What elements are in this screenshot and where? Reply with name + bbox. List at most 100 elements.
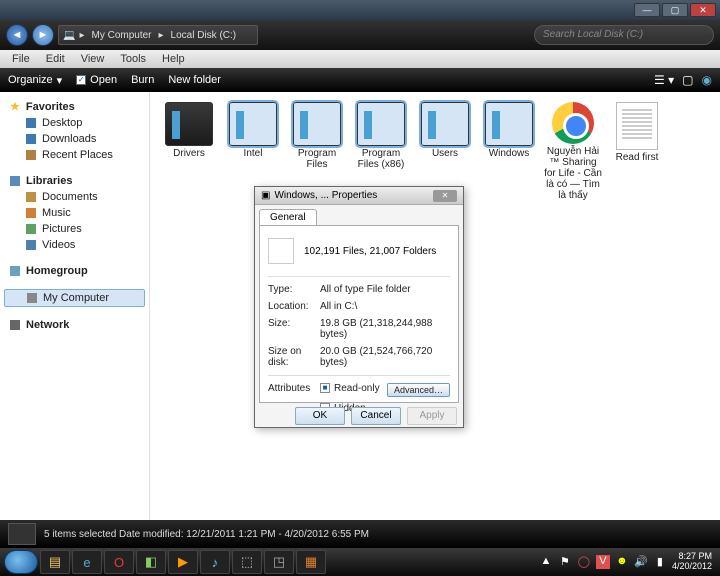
homegroup-icon: [10, 266, 20, 276]
menu-edit[interactable]: Edit: [38, 53, 73, 65]
menu-bar: File Edit View Tools Help: [0, 50, 720, 68]
task-app4[interactable]: ▦: [296, 550, 326, 574]
task-app2[interactable]: ⬚: [232, 550, 262, 574]
computer-icon: 💻: [63, 30, 75, 41]
open-button[interactable]: ✓Open: [76, 74, 117, 86]
dialog-close-button[interactable]: ✕: [433, 190, 457, 202]
folder-icon: ▣: [261, 190, 270, 201]
computer-icon: [27, 293, 37, 303]
item-label: Windows: [480, 148, 538, 159]
menu-tools[interactable]: Tools: [112, 53, 154, 65]
documents-icon: [26, 192, 36, 202]
address-bar: ◄ ► 💻 ▸ My Computer ▸ Local Disk (C:) Se…: [0, 20, 720, 50]
details-pane: 5 items selected Date modified: 12/21/20…: [0, 520, 720, 548]
tray-up-icon[interactable]: ▲: [539, 555, 553, 569]
item-label: Nguyễn Hải ™ Sharing for Life - Cần là c…: [544, 146, 602, 201]
help-icon[interactable]: ◉: [702, 73, 712, 87]
minimize-button[interactable]: —: [634, 3, 660, 17]
forward-button[interactable]: ►: [32, 24, 54, 46]
network-header[interactable]: Network: [0, 317, 149, 333]
task-music[interactable]: ♪: [200, 550, 230, 574]
apply-button[interactable]: Apply: [407, 407, 457, 425]
task-app1[interactable]: ◧: [136, 550, 166, 574]
back-button[interactable]: ◄: [6, 24, 28, 46]
ok-button[interactable]: OK: [295, 407, 345, 425]
task-app3[interactable]: ◳: [264, 550, 294, 574]
close-button[interactable]: ✕: [690, 3, 716, 17]
folder-icon: [293, 102, 341, 146]
tray-wifi-icon[interactable]: ▮: [653, 555, 667, 569]
dialog-panel: 102,191 Files, 21,007 Folders Type:All o…: [259, 225, 459, 403]
menu-file[interactable]: File: [4, 53, 38, 65]
sidebar-item-videos[interactable]: Videos: [0, 237, 149, 253]
start-button[interactable]: [4, 550, 38, 574]
task-explorer[interactable]: ▤: [40, 550, 70, 574]
tray-net-icon[interactable]: V: [596, 555, 610, 569]
readonly-checkbox[interactable]: ■: [320, 383, 330, 393]
item-nguy-n-h-i-sharing-f[interactable]: Nguyễn Hải ™ Sharing for Life - Cần là c…: [544, 102, 602, 201]
selection-thumb: [8, 523, 36, 545]
tab-general[interactable]: General: [259, 209, 317, 225]
sidebar-item-recent[interactable]: Recent Places: [0, 147, 149, 163]
libraries-header[interactable]: Libraries: [0, 173, 149, 189]
tray-vol-icon[interactable]: 🔊: [634, 555, 648, 569]
sidebar-item-pictures[interactable]: Pictures: [0, 221, 149, 237]
advanced-button[interactable]: Advanced…: [387, 383, 450, 397]
size-on-disk-label: Size on disk:: [268, 346, 320, 368]
sidebar-item-desktop[interactable]: Desktop: [0, 115, 149, 131]
organize-button[interactable]: Organize ▾: [8, 74, 62, 87]
item-windows[interactable]: Windows: [480, 102, 538, 201]
readonly-label: Read-only: [334, 383, 380, 394]
preview-pane-button[interactable]: ▢: [682, 73, 693, 87]
dialog-titlebar[interactable]: ▣ Windows, ... Properties ✕: [255, 187, 463, 205]
clock[interactable]: 8:27 PM4/20/2012: [672, 552, 716, 572]
breadcrumb[interactable]: 💻 ▸ My Computer ▸ Local Disk (C:): [58, 25, 258, 45]
tray-yahoo-icon[interactable]: ☻: [615, 555, 629, 569]
folder-icon: [485, 102, 533, 146]
sidebar-item-downloads[interactable]: Downloads: [0, 131, 149, 147]
type-label: Type:: [268, 284, 320, 295]
view-mode-button[interactable]: ☰ ▾: [654, 73, 674, 87]
tray-flag-icon[interactable]: ⚑: [558, 555, 572, 569]
window-titlebar: — ▢ ✕: [0, 0, 720, 20]
system-tray: ▲ ⚑ ◯ V ☻ 🔊 ▮ 8:27 PM4/20/2012: [539, 552, 716, 572]
libraries-icon: [10, 176, 20, 186]
location-label: Location:: [268, 301, 320, 312]
check-icon: ✓: [76, 75, 86, 85]
item-read-first[interactable]: Read first: [608, 102, 666, 201]
size-value: 19.8 GB (21,318,244,988 bytes): [320, 318, 450, 340]
task-opera[interactable]: O: [104, 550, 134, 574]
menu-view[interactable]: View: [73, 53, 113, 65]
new-folder-button[interactable]: New folder: [168, 74, 221, 86]
folder-icon: [229, 102, 277, 146]
pictures-icon: [26, 224, 36, 234]
videos-icon: [26, 240, 36, 250]
cancel-button[interactable]: Cancel: [351, 407, 401, 425]
maximize-button[interactable]: ▢: [662, 3, 688, 17]
item-label: Program Files: [288, 148, 346, 170]
file-icon: [268, 238, 294, 264]
sidebar-item-documents[interactable]: Documents: [0, 189, 149, 205]
music-icon: [26, 208, 36, 218]
favorites-header[interactable]: ★Favorites: [0, 98, 149, 115]
crumb-computer[interactable]: My Computer: [88, 30, 154, 41]
task-ie[interactable]: e: [72, 550, 102, 574]
item-label: Read first: [608, 152, 666, 163]
search-input[interactable]: Search Local Disk (C:): [534, 25, 714, 45]
burn-button[interactable]: Burn: [131, 74, 154, 86]
sidebar-item-music[interactable]: Music: [0, 205, 149, 221]
item-drivers[interactable]: Drivers: [160, 102, 218, 201]
attributes-label: Attributes: [268, 383, 320, 397]
tray-av-icon[interactable]: ◯: [577, 555, 591, 569]
location-value: All in C:\: [320, 301, 450, 312]
crumb-drive[interactable]: Local Disk (C:): [168, 30, 240, 41]
star-icon: ★: [10, 100, 20, 113]
properties-dialog: ▣ Windows, ... Properties ✕ General 102,…: [254, 186, 464, 428]
navigation-pane: ★Favorites Desktop Downloads Recent Plac…: [0, 92, 150, 520]
menu-help[interactable]: Help: [154, 53, 193, 65]
item-label: Users: [416, 148, 474, 159]
sidebar-item-computer[interactable]: My Computer: [4, 289, 145, 307]
folder-icon: [421, 102, 469, 146]
homegroup-header[interactable]: Homegroup: [0, 263, 149, 279]
task-wmp[interactable]: ▶: [168, 550, 198, 574]
